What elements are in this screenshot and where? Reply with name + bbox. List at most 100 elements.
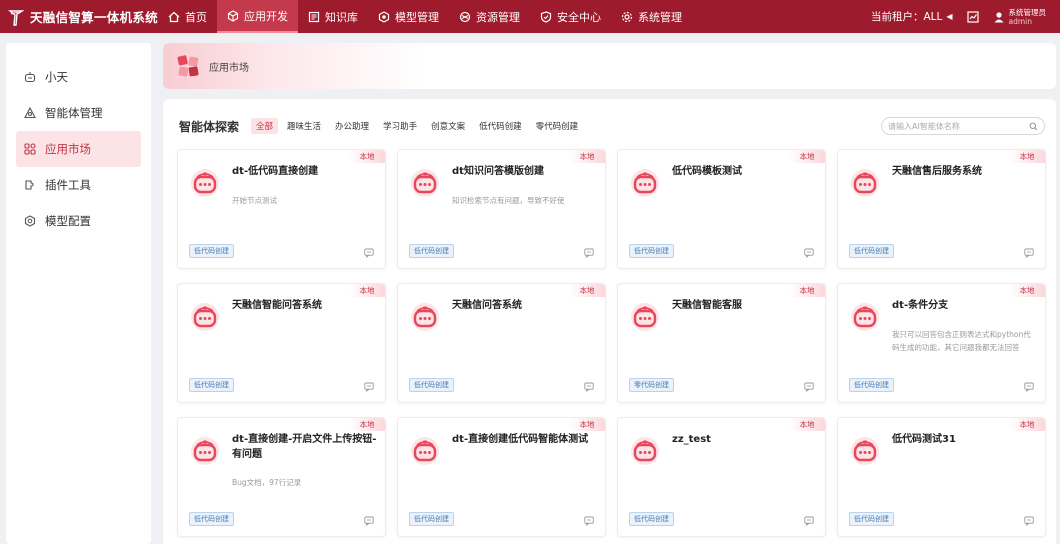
user-menu[interactable]: 系统管理员 admin	[993, 8, 1047, 26]
sidebar-item-label: 应用市场	[45, 142, 91, 156]
book-icon	[308, 11, 320, 22]
local-badge: 本地	[569, 418, 605, 431]
agent-card[interactable]: 本地 dt-条件分支 我只可以回答包含正则表达式和python代码生成的功能，其它问…	[837, 283, 1046, 403]
agent-card[interactable]: 本地 dt知识问答模版创建 知识检索节点有问题，导致不好使 低代码创建	[397, 149, 606, 269]
nav-system-label: 系统管理	[638, 10, 682, 24]
chat-icon[interactable]	[1024, 515, 1034, 527]
local-badge: 本地	[569, 284, 605, 297]
nav-app-dev-label: 应用开发	[244, 9, 288, 23]
local-badge: 本地	[349, 150, 385, 163]
agent-card-title: zz_test	[672, 434, 711, 445]
agent-card[interactable]: 本地 dt-直接创建-开启文件上传按钮-有问题 Bug文档，97行记录 低代码创建	[177, 417, 386, 537]
robot-icon	[24, 72, 36, 83]
sidebar-item-plugins[interactable]: 插件工具	[16, 167, 141, 203]
agent-card-title: dt知识问答模版创建	[452, 166, 544, 177]
agent-avatar-icon	[190, 302, 220, 332]
local-badge: 本地	[349, 418, 385, 431]
chat-icon[interactable]	[1024, 247, 1034, 259]
settings-icon	[24, 215, 36, 227]
nav-knowledge[interactable]: 知识库	[298, 0, 368, 33]
filter-low-code[interactable]: 低代码创建	[474, 118, 527, 134]
agent-card-title: dt-低代码直接创建	[232, 166, 319, 177]
user-text: 系统管理员 admin	[1009, 8, 1047, 26]
filter-zero-code[interactable]: 零代码创建	[531, 118, 584, 134]
filter-all[interactable]: 全部	[251, 118, 279, 134]
sidebar-item-app-market[interactable]: 应用市场	[16, 131, 141, 167]
filter-creative-copy[interactable]: 创意文案	[426, 118, 470, 134]
user-icon	[994, 11, 1003, 22]
chat-icon[interactable]	[1024, 381, 1034, 393]
header-right: 当前租户：ALL ◀ 系统管理员 admin	[871, 8, 1060, 26]
agent-card[interactable]: 本地 天融信问答系统 低代码创建	[397, 283, 606, 403]
agent-card[interactable]: 本地 dt-低代码直接创建 开始节点测试 低代码创建	[177, 149, 386, 269]
chat-icon[interactable]	[804, 381, 814, 393]
agent-card[interactable]: 本地 zz_test 低代码创建	[617, 417, 826, 537]
agent-card[interactable]: 本地 天融信智能问答系统 低代码创建	[177, 283, 386, 403]
chat-icon[interactable]	[584, 381, 594, 393]
gear-icon	[621, 11, 633, 22]
agent-card-title: 低代码测试31	[892, 434, 956, 445]
dashboard-icon[interactable]	[966, 10, 979, 23]
agent-card-tag: 低代码创建	[409, 512, 454, 526]
nav-model-label: 模型管理	[395, 10, 439, 24]
agent-card-tag: 低代码创建	[409, 378, 454, 392]
model-icon	[378, 10, 390, 23]
chat-icon[interactable]	[364, 247, 374, 259]
agent-avatar-icon	[190, 168, 220, 198]
resource-icon	[459, 11, 471, 22]
agent-icon	[24, 107, 36, 119]
brand[interactable]: 天融信智算一体机系统	[0, 7, 158, 26]
nav-system[interactable]: 系统管理	[611, 0, 692, 33]
nav-home[interactable]: 首页	[158, 0, 217, 33]
agent-card[interactable]: 本地 天融信售后服务系统 低代码创建	[837, 149, 1046, 269]
agent-explore-panel: 智能体探索 全部 趣味生活 办公助理 学习助手 创意文案 低代码创建 零代码创建…	[163, 99, 1056, 544]
sidebar-item-model-config[interactable]: 模型配置	[16, 203, 141, 239]
agent-card[interactable]: 本地 天融信智能客服 零代码创建	[617, 283, 826, 403]
nav-security[interactable]: 安全中心	[530, 0, 611, 33]
sidebar-item-xiaotian[interactable]: 小天	[16, 59, 141, 95]
panel-title: 智能体探索	[179, 119, 240, 134]
cube-icon	[227, 9, 239, 22]
agent-card-tag: 低代码创建	[849, 512, 894, 526]
chat-icon[interactable]	[364, 381, 374, 393]
nav-app-dev[interactable]: 应用开发	[217, 0, 298, 33]
local-badge: 本地	[789, 418, 825, 431]
filter-office-assistant[interactable]: 办公助理	[330, 118, 374, 134]
agent-card-desc: 知识检索节点有问题，导致不好使	[452, 196, 565, 205]
agent-card-desc: 我只可以回答包含正则表达式和python代码生成的功能，其它问题我都无法回答	[892, 330, 1031, 352]
sidebar-item-label: 插件工具	[45, 178, 91, 192]
agent-card[interactable]: 本地 低代码模板测试 低代码创建	[617, 149, 826, 269]
filter-fun-life[interactable]: 趣味生活	[282, 118, 326, 134]
shield-icon	[540, 10, 552, 23]
local-badge: 本地	[1009, 418, 1045, 431]
agent-card-title: 低代码模板测试	[672, 166, 742, 177]
sidebar-item-label: 智能体管理	[45, 106, 103, 120]
chat-icon[interactable]	[364, 515, 374, 527]
tenant-selector[interactable]: 当前租户：ALL ◀	[871, 9, 953, 24]
local-badge: 本地	[1009, 150, 1045, 163]
main-nav: 首页 应用开发 知识库 模型管理 资源管理 安全中心 系统管理	[158, 0, 692, 33]
nav-resource[interactable]: 资源管理	[449, 0, 530, 33]
chat-icon[interactable]	[804, 247, 814, 259]
agent-avatar-icon	[850, 436, 880, 466]
filter-study-assistant[interactable]: 学习助手	[378, 118, 422, 134]
app-title: 天融信智算一体机系统	[29, 10, 158, 25]
plugin-icon	[25, 180, 34, 190]
sidebar-item-label: 小天	[45, 70, 68, 84]
search-icon[interactable]	[1029, 122, 1038, 131]
agent-avatar-icon	[410, 436, 440, 466]
local-badge: 本地	[789, 284, 825, 297]
page-title: 应用市场	[209, 62, 249, 74]
nav-model[interactable]: 模型管理	[368, 0, 449, 33]
caret-left-icon: ◀	[946, 12, 953, 21]
agent-card[interactable]: 本地 dt-直接创建低代码智能体测试 低代码创建	[397, 417, 606, 537]
chat-icon[interactable]	[584, 515, 594, 527]
search-input[interactable]	[888, 121, 1029, 131]
agent-card-tag: 零代码创建	[629, 378, 674, 392]
chat-icon[interactable]	[584, 247, 594, 259]
agent-card-tag: 低代码创建	[189, 244, 234, 258]
sidebar-item-agent-manage[interactable]: 智能体管理	[16, 95, 141, 131]
chat-icon[interactable]	[804, 515, 814, 527]
agent-card[interactable]: 本地低代码测试31 低代码创建	[837, 417, 1046, 537]
user-name: admin	[1008, 16, 1033, 26]
